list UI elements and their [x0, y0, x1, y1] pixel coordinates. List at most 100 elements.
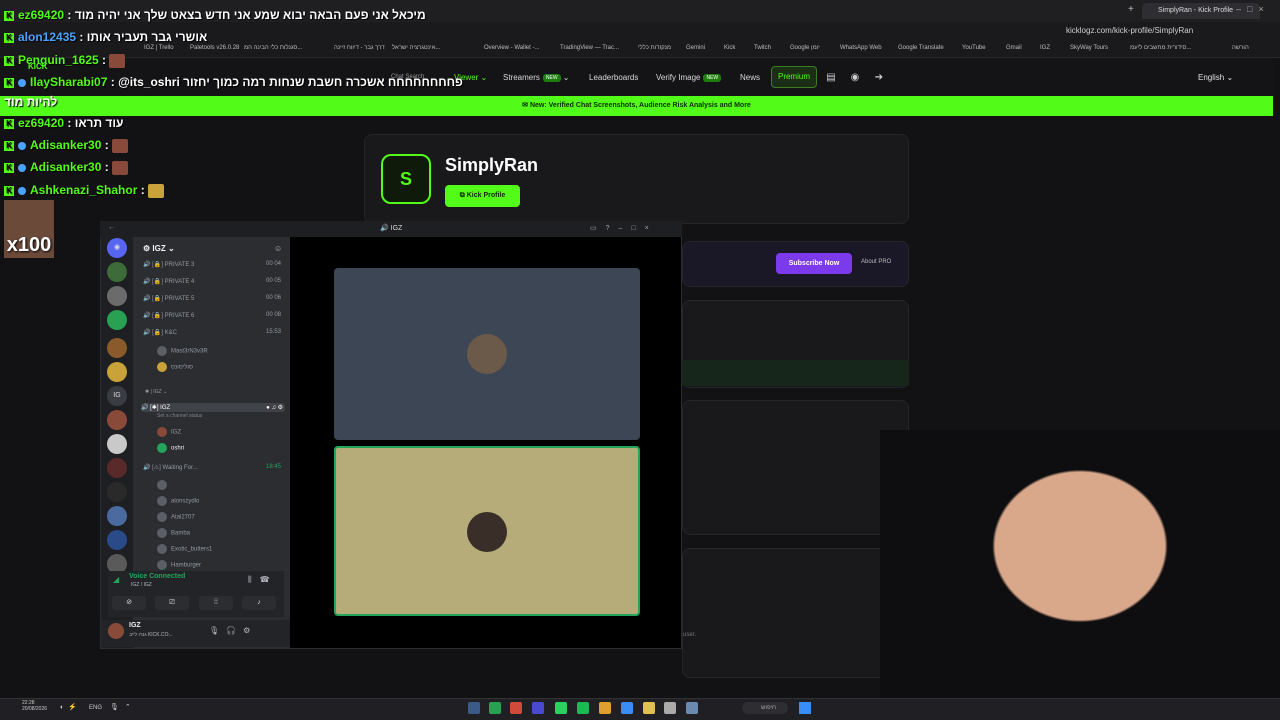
member-item[interactable]: Exotic_butters1: [157, 544, 212, 554]
server-icon[interactable]: [107, 482, 127, 502]
bookmark-item[interactable]: SkyWay Tours: [1070, 45, 1108, 51]
server-icon[interactable]: IG: [107, 386, 127, 406]
bookmark-item[interactable]: TradingView — Trac...: [560, 45, 619, 51]
taskbar-language[interactable]: ENG: [89, 705, 102, 711]
channel-status[interactable]: Set a channel status: [157, 413, 202, 419]
new-tab-button[interactable]: +: [1128, 4, 1134, 15]
bookmark-item[interactable]: IGZ: [1040, 45, 1050, 51]
bookmark-item[interactable]: סידורית מחשבים ליעמ...: [1130, 45, 1191, 51]
server-icon[interactable]: [107, 434, 127, 454]
bookmark-item[interactable]: אינטגרציה ישראל...: [392, 45, 440, 51]
taskbar-app-icon[interactable]: [577, 702, 589, 714]
taskbar-app-icon[interactable]: [555, 702, 567, 714]
taskbar-app-icon[interactable]: [510, 702, 522, 714]
discord-window-controls[interactable]: ▭?–□×: [590, 224, 658, 232]
chart-icon[interactable]: ▤: [822, 69, 840, 87]
bookmark-item[interactable]: Gmail: [1006, 45, 1022, 51]
kick-profile-button[interactable]: ⧉ Kick Profile: [445, 185, 520, 207]
taskbar-app-icon[interactable]: [468, 702, 480, 714]
premium-button[interactable]: Premium: [771, 66, 817, 88]
bookmark-item[interactable]: Google Translate: [898, 45, 944, 51]
screen-share-button[interactable]: ⎚: [155, 596, 189, 610]
url-text[interactable]: kicklogz.com/kick-profile/SimplyRan: [1066, 26, 1193, 35]
participant-tile[interactable]: [334, 268, 640, 440]
server-icon[interactable]: [107, 310, 127, 330]
server-icon[interactable]: [107, 286, 127, 306]
category-igz[interactable]: ✱ | IGZ ⌄: [145, 389, 285, 395]
announcement-banner[interactable]: ✉ New: Verified Chat Screenshots, Audien…: [0, 96, 1273, 116]
member-item[interactable]: Atal2707: [157, 512, 195, 522]
user-avatar[interactable]: [108, 623, 124, 639]
about-pro-link[interactable]: About PRO: [861, 259, 891, 265]
member-item[interactable]: Bamba: [157, 528, 190, 538]
tray-mic-icon[interactable]: 🎙⌃: [110, 703, 137, 711]
taskbar-app-icon[interactable]: [621, 702, 633, 714]
server-icon[interactable]: [107, 262, 127, 282]
nav-leaderboards[interactable]: Leaderboards: [589, 73, 638, 82]
voice-channel[interactable]: 🔊 [🔒] PRIVATE 6 00 08: [143, 312, 283, 319]
member-item[interactable]: סוליסונס: [157, 362, 193, 372]
user-name[interactable]: IGZ: [129, 622, 141, 629]
taskbar-app-icon[interactable]: [664, 702, 676, 714]
camera-off-button[interactable]: ⊘: [112, 596, 146, 610]
subscribe-button[interactable]: Subscribe Now: [776, 253, 852, 274]
language-selector[interactable]: English ⌄: [1198, 73, 1233, 82]
taskbar-app-icon[interactable]: [599, 702, 611, 714]
signal-icon[interactable]: ◢: [113, 575, 119, 584]
voice-status[interactable]: Voice Connected: [129, 573, 185, 580]
voice-channel[interactable]: 🔊 [🔒] K&C 15:53: [143, 329, 283, 336]
server-icon[interactable]: [107, 338, 127, 358]
taskbar-app-icon[interactable]: [532, 702, 544, 714]
nav-streamers[interactable]: Streamers NEW ⌄: [503, 73, 570, 82]
chat-username[interactable]: IlaySharabi07: [30, 75, 107, 89]
bookmark-item[interactable]: Paletools v26.0.28: [190, 45, 239, 51]
server-icon[interactable]: [107, 362, 127, 382]
nav-verify-image[interactable]: Verify Image NEW: [656, 73, 722, 82]
back-icon[interactable]: ←: [108, 224, 115, 231]
server-icon[interactable]: [107, 410, 127, 430]
bookmark-item[interactable]: YouTube: [962, 45, 986, 51]
channel-waiting[interactable]: 🔊 [⚠] Waiting For... 18:45: [143, 464, 283, 471]
bookmark-item[interactable]: סגנלות כלי הבינה המ...: [244, 45, 302, 51]
bookmark-item[interactable]: WhatsApp Web: [840, 45, 882, 51]
participant-tile-speaking[interactable]: [334, 446, 640, 616]
server-name[interactable]: ⚙ IGZ ⌄: [143, 244, 175, 253]
chat-username[interactable]: Ashkenazi_Shahor: [30, 183, 137, 197]
bookmark-item[interactable]: Gemini: [686, 45, 705, 51]
chat-username[interactable]: ez69420: [18, 116, 64, 130]
taskbar-app-icon[interactable]: [686, 702, 698, 714]
window-controls[interactable]: –□×: [1236, 4, 1270, 14]
member-item[interactable]: IGZ: [157, 427, 181, 437]
member-item[interactable]: Mast3rN3v3R: [157, 346, 208, 356]
server-icon[interactable]: [107, 530, 127, 550]
member-item[interactable]: Hamburger: [157, 560, 201, 570]
start-button[interactable]: [799, 702, 811, 714]
chat-username[interactable]: ez69420: [18, 8, 64, 22]
bookmark-item[interactable]: Kick: [724, 45, 735, 51]
server-icon[interactable]: [107, 506, 127, 526]
server-icon[interactable]: [107, 458, 127, 478]
nav-news[interactable]: News: [740, 73, 760, 82]
taskbar-app-icon[interactable]: [489, 702, 501, 714]
channel-igz-active[interactable]: 🔊 [✱] IGZ ● ♫ ⚙: [141, 403, 285, 412]
member-item[interactable]: [157, 480, 171, 490]
login-icon[interactable]: ➔: [870, 69, 888, 87]
voice-channel[interactable]: 🔊 [🔒] PRIVATE 5 00 06: [143, 295, 283, 302]
discord-icon[interactable]: ◉: [846, 69, 864, 87]
member-item[interactable]: alonszydlo: [157, 496, 199, 506]
bookmark-item[interactable]: דרך גבר - דיווח זיינה: [334, 45, 385, 51]
add-member-icon[interactable]: ☺: [274, 244, 282, 253]
bookmark-item[interactable]: Twitch: [754, 45, 771, 51]
bookmark-item[interactable]: מנקודות כללי: [638, 45, 671, 51]
activities-button[interactable]: ⁞⁞: [199, 596, 233, 610]
taskbar-app-icon[interactable]: [643, 702, 655, 714]
chat-username[interactable]: alon12435: [18, 30, 76, 44]
mic-headset-settings-icons[interactable]: 🎙🎧⚙: [209, 626, 257, 635]
chat-username[interactable]: Adisanker30: [30, 138, 101, 152]
chat-username[interactable]: Adisanker30: [30, 160, 101, 174]
taskbar-clock[interactable]: 22:28 20/08/2026: [22, 700, 47, 712]
bookmark-item[interactable]: Overview - Wallet -...: [484, 45, 539, 51]
disconnect-icon[interactable]: ⫼☎: [248, 575, 278, 585]
bookmark-item[interactable]: Google יומן: [790, 45, 820, 51]
member-item[interactable]: oshri: [157, 443, 184, 453]
